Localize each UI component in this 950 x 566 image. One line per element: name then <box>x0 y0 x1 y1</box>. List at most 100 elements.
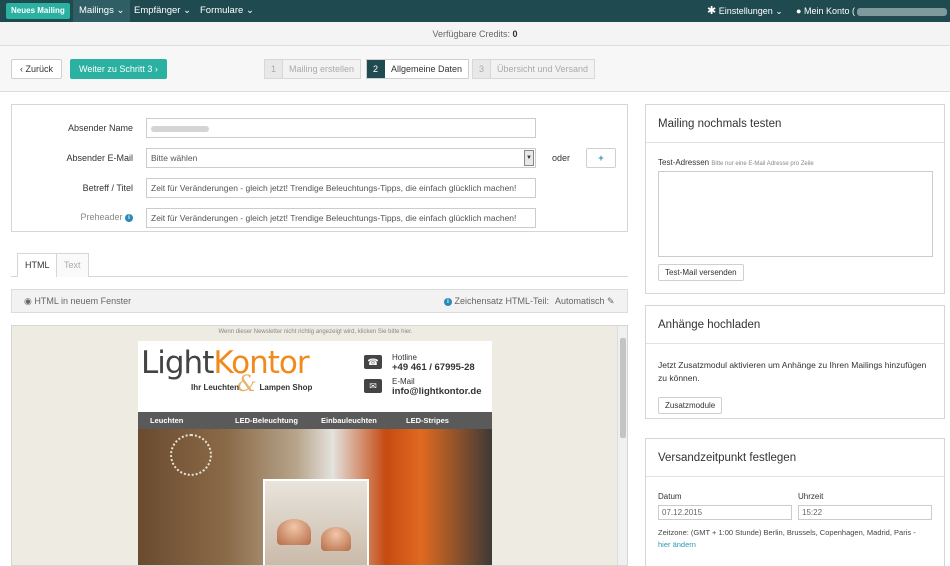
charset-label-text: Zeichensatz HTML-Teil: <box>454 296 550 306</box>
wicker-lamp-shape <box>170 434 212 476</box>
test-addresses-textarea[interactable] <box>658 171 933 257</box>
email-block: E-Mail info@lightkontor.de <box>392 377 481 397</box>
preview-scrollbar[interactable] <box>617 326 627 565</box>
change-timezone-link[interactable]: hier ändern <box>658 539 938 551</box>
sender-email-label: Absender E-Mail <box>66 153 133 163</box>
newsletter-logo: LightKontor <box>141 345 310 381</box>
scrollbar-thumb[interactable] <box>620 338 626 438</box>
credits-value: 0 <box>512 29 518 39</box>
newsletter-menu-item[interactable]: Einbauleuchten <box>321 412 377 429</box>
add-sender-button[interactable]: + <box>586 148 616 168</box>
timezone-text: Zeitzone: (GMT + 1:00 Stunde) Berlin, Br… <box>658 527 938 551</box>
phone-icon: ☎ <box>364 355 382 369</box>
charset-value[interactable]: Automatisch ✎ <box>555 290 615 312</box>
send-test-mail-button[interactable]: Test-Mail versenden <box>658 264 744 281</box>
main-content: Absender Name Absender E-Mail Bitte wähl… <box>0 92 950 566</box>
step-number: 3 <box>473 60 491 78</box>
date-label: Datum <box>658 492 682 501</box>
user-icon: ● <box>796 6 802 16</box>
chevron-left-icon: ‹ <box>20 64 23 74</box>
newsletter-menu-item[interactable]: Leuchten <box>150 412 183 429</box>
credits-bar: Verfügbare Credits: 0 <box>0 22 950 46</box>
logo-light-text: Light <box>141 345 214 381</box>
date-input[interactable]: 07.12.2015 <box>658 505 792 520</box>
sender-name-redacted <box>151 125 209 132</box>
tagline-right: Lampen Shop <box>259 383 313 392</box>
mail-icon: ✉ <box>364 379 382 393</box>
tab-text[interactable]: Text <box>56 253 89 277</box>
newsletter-tagline: Ihr Leuchten Lampen Shop <box>191 383 312 392</box>
menu-mailings[interactable]: Mailings ⌄ <box>73 0 131 22</box>
sender-form: Absender Name Absender E-Mail Bitte wähl… <box>11 104 628 232</box>
test-addresses-label-text: Test-Adressen <box>658 158 710 167</box>
chevron-down-icon: ⌄ <box>775 6 783 16</box>
test-panel-title: Mailing nochmals testen <box>646 105 944 143</box>
newsletter-hero-image <box>138 429 492 565</box>
attachments-text: Jetzt Zusatzmodul aktivieren um Anhänge … <box>658 360 927 383</box>
menu-mailings-label: Mailings <box>79 5 114 16</box>
settings-label: Einstellungen <box>718 6 773 16</box>
top-navigation: Neues Mailing Mailings ⌄ Empfänger ⌄ For… <box>0 0 950 38</box>
menu-empfaenger-label: Empfänger <box>134 5 181 16</box>
test-mailing-panel: Mailing nochmals testen Test-Adressen Bi… <box>645 104 945 294</box>
tagline-left: Ihr Leuchten <box>191 383 240 392</box>
newsletter-body: LightKontor & Ihr Leuchten Lampen Shop ☎… <box>138 341 492 565</box>
step-number: 2 <box>367 60 385 78</box>
time-label: Uhrzeit <box>798 492 824 501</box>
copper-lamp-shape <box>321 527 351 551</box>
menu-formulare[interactable]: Formulare ⌄ <box>194 0 260 22</box>
eye-icon: ◉ <box>24 296 32 306</box>
chevron-down-icon: ⌄ <box>183 5 192 16</box>
email-address: info@lightkontor.de <box>392 386 482 397</box>
copper-lamp-shape <box>277 519 311 545</box>
next-step-label: Weiter zu Schritt 3 <box>79 64 153 74</box>
time-input[interactable]: 15:22 <box>798 505 932 520</box>
sender-name-label: Absender Name <box>67 123 133 133</box>
next-step-button[interactable]: Weiter zu Schritt 3 › <box>70 59 167 79</box>
menu-empfaenger[interactable]: Empfänger ⌄ <box>128 0 197 22</box>
preview-toolbar: ◉ HTML in neuem Fenster i Zeichensatz HT… <box>11 289 628 313</box>
menu-formulare-label: Formulare <box>200 5 244 16</box>
account-menu[interactable]: ● Mein Konto () ⌄ <box>796 0 950 38</box>
account-label-prefix: Mein Konto ( <box>803 6 855 16</box>
new-mailing-button[interactable]: Neues Mailing <box>6 3 70 19</box>
info-icon[interactable]: i <box>125 214 133 222</box>
step-bar: ‹ Zurück Weiter zu Schritt 3 › 1 Mailing … <box>0 46 950 92</box>
sender-name-input[interactable] <box>146 118 536 138</box>
step-2[interactable]: 2 Allgemeine Daten <box>366 59 470 79</box>
chevron-down-icon[interactable]: ▼ <box>524 150 534 166</box>
hotline-label: Hotline <box>392 353 417 362</box>
charset-label: i Zeichensatz HTML-Teil: <box>444 290 549 312</box>
newsletter-view-note[interactable]: Wenn dieser Newsletter nicht richtig ang… <box>12 329 619 335</box>
hotline-number: +49 461 / 67995-28 <box>392 362 475 373</box>
step-label: Übersicht und Versand <box>497 64 589 74</box>
newsletter-preview[interactable]: Wenn dieser Newsletter nicht richtig ang… <box>11 325 628 566</box>
pencil-icon: ✎ <box>607 296 615 306</box>
test-addresses-hint: Bitte nur eine E-Mail Adresse pro Zeile <box>711 161 814 167</box>
settings-icon: ✱ <box>707 5 717 17</box>
email-label: E-Mail <box>392 377 415 386</box>
addon-modules-button[interactable]: Zusatzmodule <box>658 397 723 414</box>
preheader-label-text: Preheader <box>80 212 123 222</box>
back-button-label: Zurück <box>25 64 54 74</box>
tab-html[interactable]: HTML <box>17 253 58 277</box>
open-in-new-window-link[interactable]: ◉ HTML in neuem Fenster <box>24 290 131 312</box>
attachments-panel-title: Anhänge hochladen <box>646 306 944 344</box>
sender-email-select[interactable]: Bitte wählen ▼ <box>146 148 536 168</box>
chevron-down-icon: ⌄ <box>245 5 254 16</box>
timezone-value: Zeitzone: (GMT + 1:00 Stunde) Berlin, Br… <box>658 528 916 537</box>
step-3[interactable]: 3 Übersicht und Versand <box>472 59 596 79</box>
settings-menu[interactable]: ✱ Einstellungen ⌄ <box>707 0 783 22</box>
newsletter-menu-item[interactable]: LED-Stripes <box>406 412 449 429</box>
preheader-input[interactable]: Zeit für Veränderungen - gleich jetzt! T… <box>146 208 536 228</box>
info-icon[interactable]: i <box>444 298 452 306</box>
open-in-new-window-label: HTML in neuem Fenster <box>34 296 132 306</box>
back-button[interactable]: ‹ Zurück <box>11 59 63 79</box>
newsletter-menu-item[interactable]: LED-Beleuchtung <box>235 412 298 429</box>
test-addresses-label: Test-Adressen Bitte nur eine E-Mail Adre… <box>658 158 814 167</box>
schedule-panel-title: Versandzeitpunkt festlegen <box>646 439 944 477</box>
subject-input[interactable]: Zeit für Veränderungen - gleich jetzt! T… <box>146 178 536 198</box>
step-1[interactable]: 1 Mailing erstellen <box>264 59 362 79</box>
attachments-panel: Anhänge hochladen Jetzt Zusatzmodul akti… <box>645 305 945 419</box>
subject-label: Betreff / Titel <box>82 183 133 193</box>
